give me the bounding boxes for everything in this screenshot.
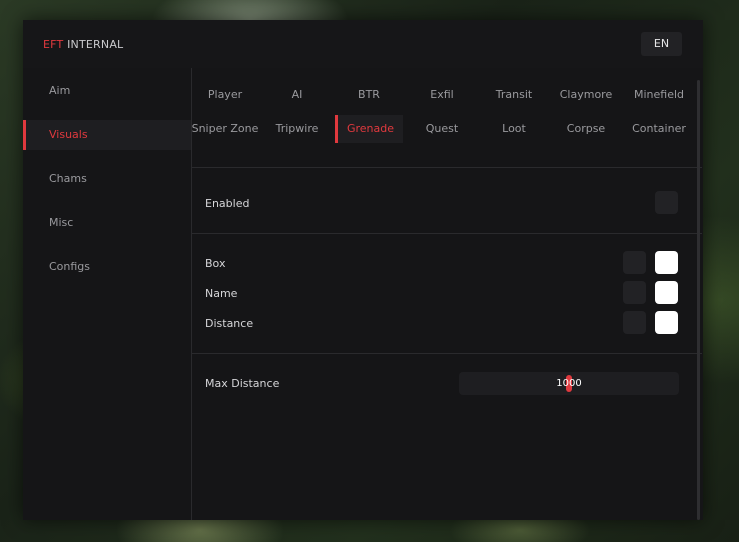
max-distance-slider[interactable]: 1000 xyxy=(459,372,679,395)
divider xyxy=(192,167,702,168)
sidebar-item-visuals[interactable]: Visuals xyxy=(23,120,191,150)
tab-corpse[interactable]: Corpse xyxy=(552,115,620,143)
tab-claymore[interactable]: Claymore xyxy=(552,81,620,109)
content-panel: Player AI BTR Exfil Transit Claymore Min… xyxy=(191,68,703,520)
distance-label: Distance xyxy=(205,317,254,330)
slider-value: 1000 xyxy=(556,378,582,389)
divider xyxy=(192,233,702,234)
scrollbar[interactable] xyxy=(697,80,700,520)
box-checkbox[interactable] xyxy=(623,251,646,274)
enabled-label: Enabled xyxy=(205,197,250,210)
box-color-swatch[interactable] xyxy=(655,251,678,274)
tab-exfil[interactable]: Exfil xyxy=(408,81,476,109)
divider xyxy=(192,353,702,354)
enabled-checkbox[interactable] xyxy=(655,191,678,214)
tab-tripwire[interactable]: Tripwire xyxy=(263,115,331,143)
tab-minefield[interactable]: Minefield xyxy=(625,81,693,109)
name-color-swatch[interactable] xyxy=(655,281,678,304)
distance-checkbox[interactable] xyxy=(623,311,646,334)
tab-grenade[interactable]: Grenade xyxy=(335,115,403,143)
sidebar-item-aim[interactable]: Aim xyxy=(23,76,191,106)
distance-color-swatch[interactable] xyxy=(655,311,678,334)
sidebar-item-configs[interactable]: Configs xyxy=(23,252,191,282)
max-distance-label: Max Distance xyxy=(205,377,280,390)
sidebar-item-misc[interactable]: Misc xyxy=(23,208,191,238)
sidebar-item-chams[interactable]: Chams xyxy=(23,164,191,194)
tab-ai[interactable]: AI xyxy=(263,81,331,109)
app-brand: EFT INTERNAL xyxy=(43,38,123,51)
name-checkbox[interactable] xyxy=(623,281,646,304)
title-bar: EFT INTERNAL EN xyxy=(23,20,703,68)
tab-transit[interactable]: Transit xyxy=(480,81,548,109)
sidebar: Aim Visuals Chams Misc Configs xyxy=(23,68,191,520)
tab-loot[interactable]: Loot xyxy=(480,115,548,143)
tab-sniper-zone[interactable]: Sniper Zone xyxy=(191,115,259,143)
name-label: Name xyxy=(205,287,238,300)
box-label: Box xyxy=(205,257,226,270)
language-button[interactable]: EN xyxy=(641,32,682,56)
main-window: EFT INTERNAL EN Aim Visuals Chams Misc C… xyxy=(23,20,703,520)
brand-accent-text: EFT xyxy=(43,38,64,51)
tab-player[interactable]: Player xyxy=(191,81,259,109)
brand-text: INTERNAL xyxy=(67,38,124,51)
tab-btr[interactable]: BTR xyxy=(335,81,403,109)
tab-container[interactable]: Container xyxy=(625,115,693,143)
tab-quest[interactable]: Quest xyxy=(408,115,476,143)
